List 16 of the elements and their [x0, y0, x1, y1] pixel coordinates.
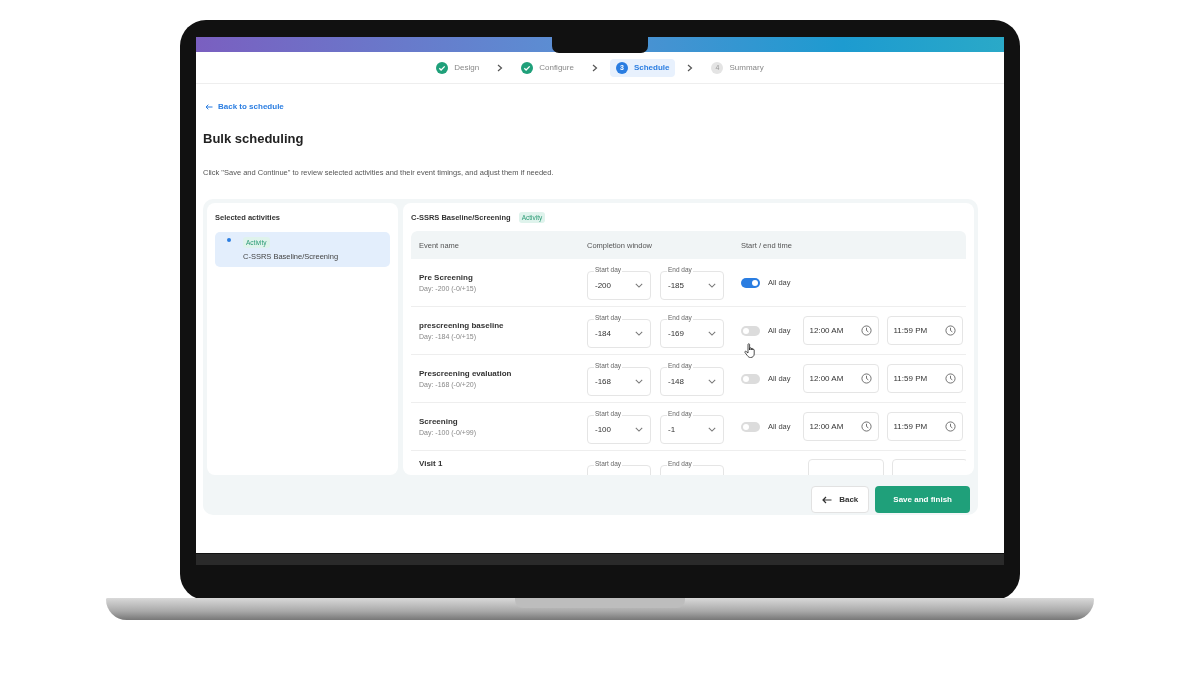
time-field[interactable]: 12:00 AM — [802, 364, 879, 393]
time-field[interactable]: 12:00 AM — [802, 316, 879, 345]
time-field[interactable]: 11:59 PM — [886, 316, 963, 345]
event-name: Prescreening evaluation — [419, 369, 513, 378]
event-name: Pre Screening — [419, 273, 474, 282]
time-field[interactable]: 11:59 PM — [886, 412, 963, 441]
page-title: Bulk scheduling — [203, 131, 305, 146]
stepper-step[interactable]: Configure — [515, 58, 580, 77]
back-link[interactable]: Back to schedule — [205, 102, 986, 111]
event-name: Screening — [419, 417, 459, 426]
time-field[interactable]: 12:00 AM — [802, 412, 879, 441]
time-field[interactable]: 11:59 PM — [886, 364, 963, 393]
event-name: Visit 1 — [419, 459, 444, 468]
back-button[interactable]: Back — [811, 486, 870, 513]
event-name: prescreening baseline — [419, 321, 505, 330]
stepper-step[interactable]: Design — [430, 58, 486, 77]
